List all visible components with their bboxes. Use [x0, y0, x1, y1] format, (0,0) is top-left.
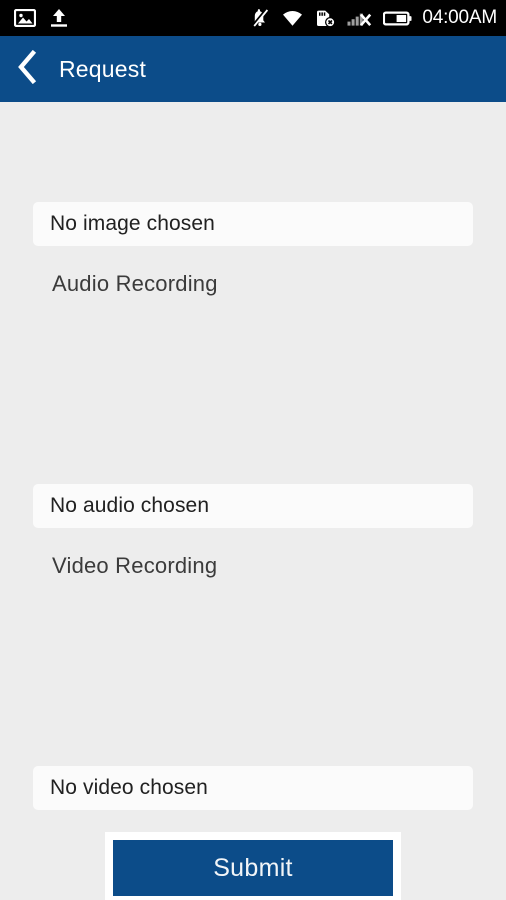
battery-icon [383, 10, 412, 27]
signal-no-service-icon [347, 9, 372, 27]
image-icon [13, 8, 37, 28]
page-title: Request [59, 55, 147, 82]
status-bar-right-icons: 04:00AM [250, 7, 506, 29]
back-button[interactable] [4, 36, 48, 102]
app-screen: 04:00AM Request No image chosen Audio Re… [0, 0, 506, 900]
sd-card-removed-icon [315, 9, 336, 28]
image-chosen-field[interactable]: No image chosen [34, 203, 472, 245]
audio-recording-label: Audio Recording [52, 271, 218, 296]
status-bar-clock: 04:00AM [422, 7, 497, 28]
upload-icon [49, 8, 69, 28]
notifications-off-icon [250, 8, 270, 28]
app-bar: Request [0, 36, 506, 102]
video-recording-label: Video Recording [52, 553, 218, 578]
video-chosen-text: No video chosen [50, 776, 208, 799]
status-bar: 04:00AM [0, 0, 506, 36]
submit-button[interactable]: Submit [113, 840, 393, 896]
request-form: No image chosen Audio Recording No audio… [0, 102, 506, 900]
chevron-left-icon [15, 49, 37, 89]
status-bar-left-icons [0, 8, 69, 28]
audio-chosen-text: No audio chosen [50, 494, 210, 517]
image-chosen-text: No image chosen [50, 212, 215, 235]
wifi-icon [281, 9, 304, 27]
video-chosen-field[interactable]: No video chosen [34, 767, 472, 809]
audio-chosen-field[interactable]: No audio chosen [34, 485, 472, 527]
submit-button-container: Submit [105, 832, 401, 900]
